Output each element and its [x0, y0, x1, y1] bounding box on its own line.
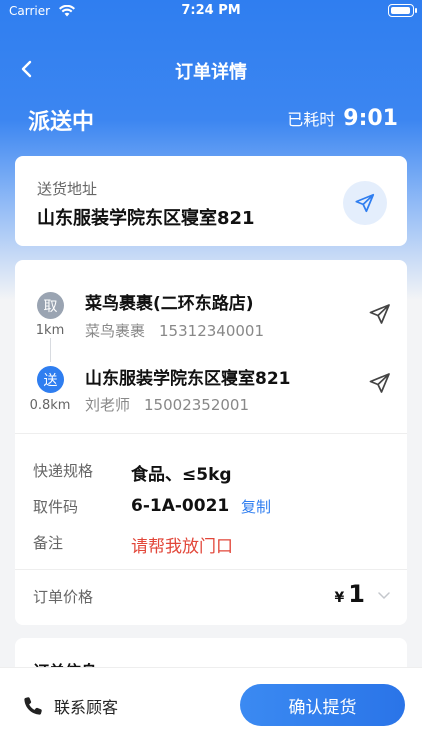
pickup-contact: 菜鸟裹裹 15312340001	[85, 320, 264, 341]
route-section: 取 送 1km 0.8km 菜鸟裹裹(二环东路店) 菜鸟裹裹 1531234000…	[15, 260, 407, 432]
address-value: 山东服装学院东区寝室821	[37, 208, 255, 229]
dropoff-badge: 送	[37, 366, 64, 393]
pickup-code-value: 6-1A-0021	[131, 496, 230, 516]
spec-label: 快递规格	[33, 462, 94, 480]
price-currency: ¥	[334, 590, 345, 606]
elapsed-time: 9:01	[343, 106, 398, 131]
elapsed-label: 已耗时	[287, 110, 336, 129]
price-label: 订单价格	[33, 588, 94, 606]
note-label: 备注	[33, 534, 64, 552]
pickup-phone[interactable]: 15312340001	[159, 322, 264, 340]
status-text: 派送中	[28, 110, 95, 135]
page-title: 订单详情	[175, 62, 247, 83]
clock: 7:24 PM	[181, 3, 241, 18]
address-label: 送货地址	[37, 180, 98, 198]
dropoff-name: 山东服装学院东区寝室821	[85, 369, 291, 389]
nav-bar: 订单详情	[0, 44, 422, 94]
divider	[15, 569, 407, 570]
copy-code-button[interactable]: 复制	[241, 496, 271, 517]
pickup-distance: 1km	[35, 323, 65, 338]
dropoff-contact: 刘老师 15002352001	[85, 394, 249, 415]
elapsed-timer: 已耗时 9:01	[287, 106, 398, 131]
paper-plane-icon	[369, 373, 390, 393]
pickup-badge: 取	[37, 292, 64, 319]
phone-icon	[24, 697, 42, 715]
battery-icon	[388, 4, 417, 17]
price-amount: 1	[348, 580, 365, 608]
dropoff-distance: 0.8km	[29, 398, 71, 413]
spec-value: 食品、≤5kg	[131, 465, 232, 485]
paper-plane-icon	[355, 193, 375, 213]
address-navigate-button[interactable]	[343, 181, 387, 225]
delivery-status: 派送中 已耗时 9:01	[0, 100, 422, 140]
chevron-down-icon[interactable]	[377, 588, 391, 602]
price-value[interactable]: ¥ 1	[335, 580, 365, 608]
pickup-name: 菜鸟裹裹(二环东路店)	[85, 294, 254, 314]
order-detail-card: 取 送 1km 0.8km 菜鸟裹裹(二环东路店) 菜鸟裹裹 1531234000…	[15, 260, 407, 625]
dropoff-contact-name: 刘老师	[85, 396, 131, 414]
pickup-contact-name: 菜鸟裹裹	[85, 322, 146, 340]
status-bar: Carrier 7:24 PM	[0, 0, 422, 24]
pickup-code-label: 取件码	[33, 498, 79, 516]
contact-customer-label: 联系顾客	[54, 698, 119, 717]
paper-plane-icon	[369, 304, 390, 324]
delivery-address-card: 送货地址 山东服装学院东区寝室821	[15, 156, 407, 246]
bottom-action-bar: 联系顾客 确认提货	[0, 667, 422, 750]
route-connector	[50, 338, 51, 362]
confirm-pickup-button[interactable]: 确认提货	[240, 684, 405, 726]
pickup-navigate-button[interactable]	[368, 302, 392, 326]
dropoff-phone[interactable]: 15002352001	[144, 396, 249, 414]
contact-customer-button[interactable]: 联系顾客	[22, 694, 118, 718]
dropoff-navigate-button[interactable]	[368, 371, 392, 395]
divider	[15, 433, 407, 434]
note-value: 请帮我放门口	[131, 537, 233, 557]
